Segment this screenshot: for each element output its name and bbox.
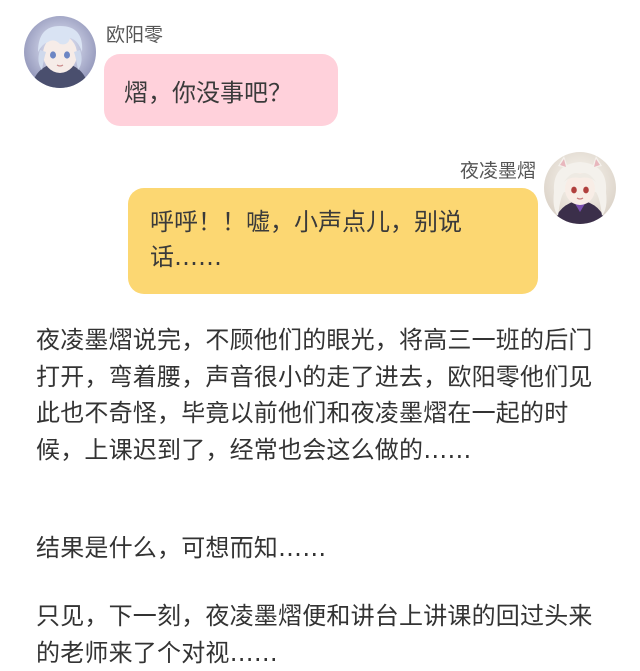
sender-name: 欧阳零 [106, 24, 164, 46]
narration-paragraph: 只见，下一刻，夜凌墨熠便和讲台上讲课的回过头来的老师来了个对视…… [36, 602, 593, 667]
chat-bubble-right: 呼呼！！嘘，小声点儿，别说话…… [128, 188, 538, 294]
narration-paragraph: 结果是什么，可想而知…… [36, 534, 327, 562]
chat-message-text: 呼呼！！嘘，小声点儿，别说话…… [150, 208, 462, 271]
sender-avatar-ouyangling[interactable] [24, 16, 96, 88]
narration-paragraph: 夜凌墨熠说完，不顾他们的眼光，将高三一班的后门打开，弯着腰，声音很小的走了进去，… [36, 326, 593, 464]
white-haired-girl-avatar-icon [544, 152, 616, 224]
chat-bubble-left: 熠，你没事吧？ [104, 54, 338, 126]
sender-name: 夜凌墨熠 [459, 160, 536, 182]
sender-avatar-yelingmoyi[interactable] [544, 152, 616, 224]
chat-message-text: 熠，你没事吧？ [124, 78, 292, 107]
silver-haired-boy-avatar-icon [24, 16, 96, 88]
